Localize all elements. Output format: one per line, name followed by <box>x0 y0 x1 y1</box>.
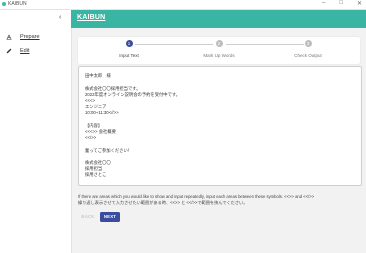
sidebar-item-label: Edit <box>20 48 30 54</box>
text-input-area[interactable]: 田中太郎 様 株式会社〇〇採用担当です。 2022年度オンライン説明会の予約を受… <box>78 66 362 186</box>
sidebar: ‹ Prepare Edit <box>0 10 72 253</box>
sidebar-item-prepare[interactable]: Prepare <box>6 34 40 40</box>
sidebar-item-edit[interactable]: Edit <box>6 48 29 54</box>
editor-line: <</>> <box>85 135 97 140</box>
editor-line: 10:00~11:30<//>> <box>85 110 119 115</box>
step-label: Mark Up Words <box>203 53 235 58</box>
window-title: KAIBUN <box>8 1 27 7</box>
step-mark-up-words: 2 Mark Up Words <box>189 40 249 58</box>
editor-line: 採用さとこ <box>85 172 107 177</box>
editor-line: 田中太郎 様 <box>85 73 111 78</box>
back-button[interactable]: BACK <box>78 212 98 222</box>
step-check-output: 3 Check Output <box>278 40 338 58</box>
app-logo: KAIBUN <box>2 1 27 7</box>
step-number: 2 <box>215 40 223 47</box>
editor-line: 2022年度オンライン説明会の予約を受付中です。 <box>85 92 181 97</box>
chevron-left-icon[interactable]: ‹ <box>59 14 61 21</box>
step-input-text: 1 Input Text <box>99 40 159 58</box>
editor-line: 奮ってご参加ください！ <box>85 148 133 153</box>
maximize-icon[interactable]: □ <box>339 0 343 7</box>
text-format-icon <box>6 34 12 40</box>
step-label: Input Text <box>119 53 139 58</box>
window-controls: – □ ✕ <box>322 0 362 7</box>
instructions: If there are areas which you would like … <box>78 194 360 206</box>
editor-line: <<<> <box>85 98 96 103</box>
stepper: 1 Input Text 2 Mark Up Words 3 Check Out… <box>78 37 360 64</box>
step-number: 1 <box>125 40 133 47</box>
sidebar-item-label: Prepare <box>20 34 40 40</box>
close-icon[interactable]: ✕ <box>357 0 362 7</box>
step-label: Check Output <box>294 53 322 58</box>
window-titlebar: KAIBUN – □ ✕ <box>0 0 366 10</box>
pencil-icon <box>6 48 12 54</box>
next-button[interactable]: NEXT <box>100 212 120 222</box>
brand-title[interactable]: KAIBUN <box>77 14 105 21</box>
minimize-icon[interactable]: – <box>322 0 325 7</box>
app-logo-icon <box>2 2 6 6</box>
instructions-japanese: 繰り返し表示させて入力させたい範囲がある時、<<>> と <</>>で範囲を挟ん… <box>78 200 248 205</box>
app-header: KAIBUN <box>71 10 366 28</box>
step-number: 3 <box>304 40 312 47</box>
